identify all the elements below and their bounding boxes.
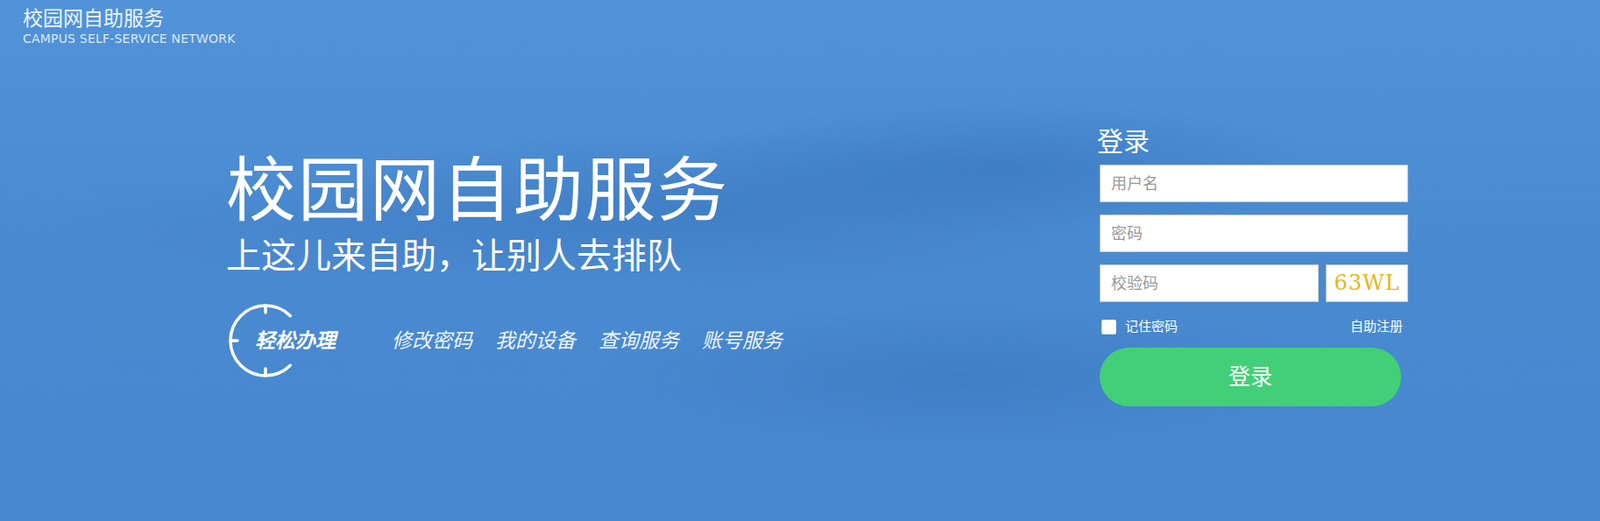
register-link[interactable]: 自助注册 [1350,317,1403,338]
quick-links: 修改密码我的设备查询服务账号服务 [391,325,783,357]
captcha-image[interactable]: 63WL [1325,264,1409,303]
hero-slogan: 上这儿来自助，让别人去排队 [226,234,783,277]
remember-checkbox[interactable] [1101,319,1117,335]
username-input[interactable] [1099,164,1409,203]
quick-link[interactable]: 账号服务 [701,325,783,357]
quick-link[interactable]: 修改密码 [391,325,473,357]
site-subtitle: CAMPUS SELF-SERVICE NETWORK [22,31,1600,47]
remember-option[interactable]: 记住密码 [1101,317,1178,338]
captcha-input[interactable] [1099,264,1319,303]
quick-link[interactable]: 我的设备 [495,325,576,357]
quick-link[interactable]: 查询服务 [598,325,680,357]
login-panel: 登录 63WL 记住密码 自助注册 登录 [1099,126,1409,407]
site-title: 校园网自助服务 [22,7,1600,32]
login-button[interactable]: 登录 [1099,347,1402,408]
hero: 校园网自助服务 上这儿来自助，让别人去排队 轻松办理 修改密码我的设备查询服务账… [226,126,783,407]
easy-badge: 轻松办理 [226,301,336,381]
password-input[interactable] [1099,214,1409,253]
hero-title: 校园网自助服务 [226,152,783,230]
login-title: 登录 [1097,126,1409,158]
easy-badge-label: 轻松办理 [254,325,336,357]
remember-label[interactable]: 记住密码 [1125,317,1178,338]
site-header: 校园网自助服务 CAMPUS SELF-SERVICE NETWORK [0,0,1600,46]
